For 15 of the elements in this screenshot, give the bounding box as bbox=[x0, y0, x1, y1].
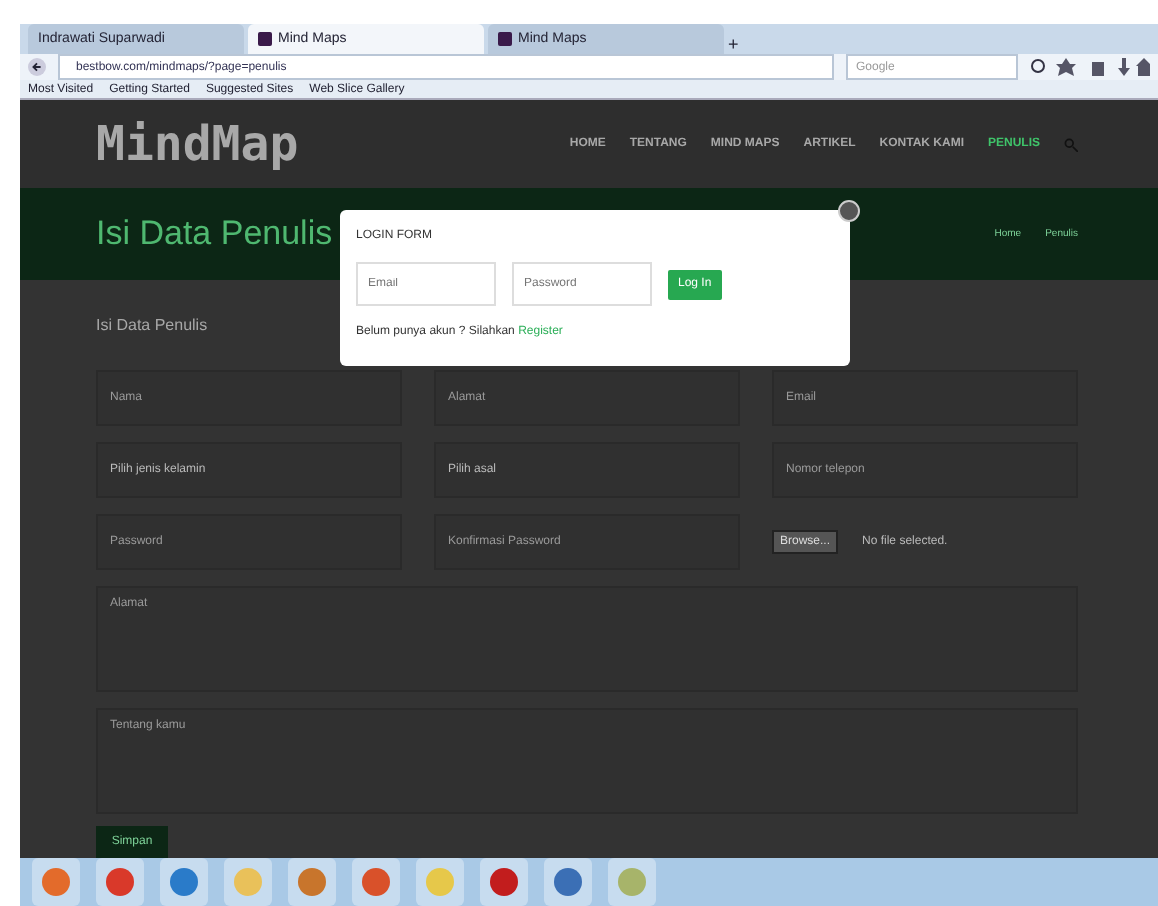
app-icon[interactable] bbox=[296, 866, 328, 898]
toolbar-icons[interactable] bbox=[1030, 58, 1150, 76]
app-icon[interactable] bbox=[360, 866, 392, 898]
form-title: Isi Data Penulis bbox=[96, 316, 208, 334]
page-icon bbox=[258, 32, 272, 46]
page-title: Isi Data Penulis bbox=[96, 214, 333, 254]
page-icon bbox=[498, 32, 512, 46]
back-icon[interactable] bbox=[28, 58, 46, 76]
new-tab-button[interactable]: + bbox=[728, 34, 739, 54]
app-icon[interactable] bbox=[552, 866, 584, 898]
app-icon[interactable] bbox=[104, 866, 136, 898]
app-icon[interactable] bbox=[488, 866, 520, 898]
site-logo: MindMap bbox=[96, 116, 299, 172]
app-icon[interactable] bbox=[168, 866, 200, 898]
app-icon[interactable] bbox=[40, 866, 72, 898]
